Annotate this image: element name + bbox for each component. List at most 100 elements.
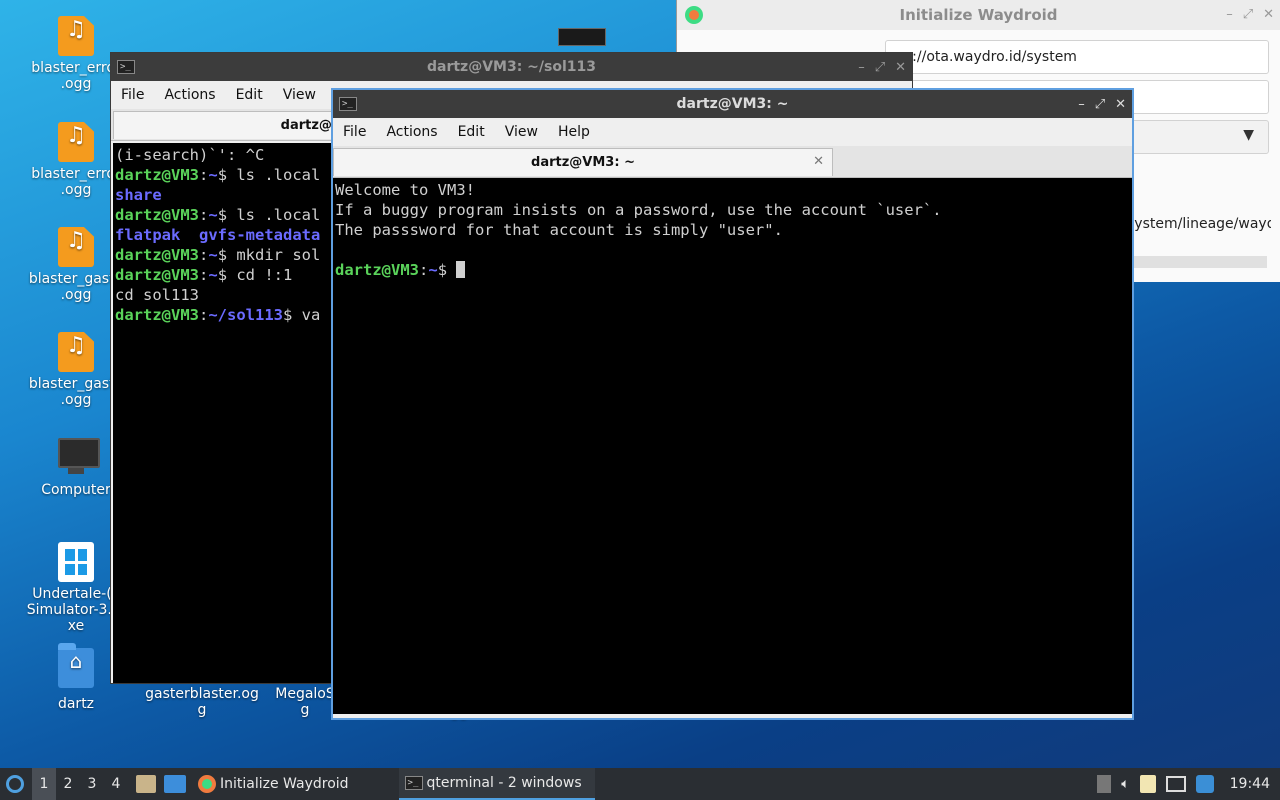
minimize-icon[interactable]: – bbox=[1078, 97, 1085, 112]
workspace-3[interactable]: 3 bbox=[80, 776, 104, 792]
network-icon[interactable] bbox=[1165, 776, 1186, 792]
file-manager-icon[interactable] bbox=[136, 775, 156, 793]
close-icon[interactable]: ✕ bbox=[895, 60, 906, 75]
maximize-icon[interactable]: ⤢ bbox=[875, 60, 885, 75]
audio-file-icon bbox=[58, 332, 94, 372]
game-thumbnail-icon[interactable] bbox=[558, 28, 606, 46]
terminal-titlebar[interactable]: >_ dartz@VM3: ~/sol113 – ⤢ ✕ bbox=[111, 53, 912, 81]
waydroid-logo-icon bbox=[198, 775, 216, 793]
terminal-line: flatpak bbox=[115, 226, 181, 244]
terminal-window-title: dartz@VM3: ~ bbox=[676, 96, 789, 112]
tab-dartz-home[interactable]: dartz@VM3: ~ ✕ bbox=[333, 148, 833, 176]
clipboard-icon[interactable] bbox=[1139, 775, 1156, 793]
prompt-user: dartz@VM3 bbox=[115, 306, 199, 324]
prompt-path: ~ bbox=[208, 206, 218, 224]
close-icon[interactable]: ✕ bbox=[1115, 97, 1126, 112]
prompt-user: dartz@VM3 bbox=[115, 166, 199, 184]
menu-file[interactable]: File bbox=[111, 87, 154, 103]
menu-file[interactable]: File bbox=[333, 124, 376, 140]
close-icon[interactable]: ✕ bbox=[1263, 7, 1274, 22]
prompt-colon: : bbox=[199, 266, 209, 284]
system-ota-url-field[interactable]: ps://ota.waydro.id/system bbox=[885, 40, 1269, 74]
menu-edit[interactable]: Edit bbox=[448, 124, 495, 140]
prompt-user: dartz@VM3 bbox=[115, 266, 199, 284]
desktop-icon-megalovania[interactable]: MegaloS g bbox=[270, 686, 340, 718]
tray-arrow-icon[interactable] bbox=[1097, 775, 1112, 793]
audio-file-icon bbox=[58, 227, 94, 267]
prompt-colon: : bbox=[199, 306, 209, 324]
close-tab-icon[interactable]: ✕ bbox=[813, 154, 824, 169]
task-label: qterminal - 2 windows bbox=[426, 775, 582, 791]
motd-line: If a buggy program insists on a password… bbox=[335, 201, 942, 219]
tab-label: dartz@VM3: ~ bbox=[531, 155, 635, 170]
progress-track bbox=[1127, 256, 1267, 268]
terminal-command: $ cd !:1 bbox=[217, 266, 293, 284]
prompt-path: ~ bbox=[208, 246, 218, 264]
terminal-titlebar[interactable]: >_ dartz@VM3: ~ – ⤢ ✕ bbox=[333, 90, 1132, 118]
waydroid-window-title: Initialize Waydroid bbox=[899, 6, 1058, 24]
desktop-icon-label: dartz bbox=[57, 696, 95, 712]
prompt-user: dartz@VM3 bbox=[335, 261, 419, 279]
terminal-output[interactable]: Welcome to VM3! If a buggy program insis… bbox=[333, 178, 1132, 714]
tab-dartz-sol113[interactable]: dartz@V bbox=[113, 111, 353, 139]
terminal-window-controls: – ⤢ ✕ bbox=[858, 53, 906, 81]
workspace-switcher: 1 2 3 4 bbox=[32, 768, 128, 800]
terminal-line: gvfs-metadata bbox=[199, 226, 321, 244]
audio-file-icon bbox=[58, 16, 94, 56]
menu-view[interactable]: View bbox=[495, 124, 548, 140]
lxqt-logo-icon bbox=[6, 775, 24, 793]
terminal-line: share bbox=[115, 186, 162, 204]
home-folder-icon bbox=[58, 643, 94, 688]
menu-help[interactable]: Help bbox=[548, 124, 600, 140]
menu-view[interactable]: View bbox=[273, 87, 326, 103]
menu-actions[interactable]: Actions bbox=[154, 87, 225, 103]
system-path-text: system/lineage/wayd bbox=[1127, 216, 1271, 232]
terminal-command: $ mkdir sol bbox=[217, 246, 321, 264]
terminal-icon: >_ bbox=[117, 60, 135, 74]
terminal-icon: >_ bbox=[339, 97, 357, 111]
computer-icon bbox=[58, 438, 100, 478]
show-desktop-icon[interactable] bbox=[164, 775, 186, 793]
volume-icon[interactable]: 🔈︎ bbox=[1121, 776, 1129, 792]
prompt-colon: : bbox=[419, 261, 429, 279]
terminal-command: $ ls .local bbox=[217, 166, 321, 184]
minimize-icon[interactable]: – bbox=[1226, 7, 1233, 22]
start-menu-button[interactable] bbox=[0, 768, 30, 800]
prompt-colon: : bbox=[199, 246, 209, 264]
clock[interactable]: 19:44 bbox=[1230, 776, 1270, 792]
workspace-4[interactable]: 4 bbox=[104, 776, 128, 792]
taskbar: 1 2 3 4 Initialize Waydroid >_ qterminal… bbox=[0, 768, 1280, 800]
menu-edit[interactable]: Edit bbox=[226, 87, 273, 103]
waydroid-window-controls: – ⤢ ✕ bbox=[1226, 0, 1274, 28]
terminal-window-title: dartz@VM3: ~/sol113 bbox=[426, 59, 596, 75]
minimize-icon[interactable]: – bbox=[858, 60, 865, 75]
terminal-window-controls: – ⤢ ✕ bbox=[1078, 90, 1126, 118]
update-notifier-icon[interactable] bbox=[1195, 775, 1214, 793]
prompt-dollar: $ bbox=[437, 261, 457, 279]
workspace-1[interactable]: 1 bbox=[32, 768, 56, 800]
terminal-command: $ va bbox=[283, 306, 321, 324]
windows-executable-icon bbox=[58, 542, 94, 582]
waydroid-logo-icon bbox=[685, 6, 703, 24]
menu-actions[interactable]: Actions bbox=[376, 124, 447, 140]
terminal-line: cd sol113 bbox=[115, 286, 199, 304]
audio-file-icon bbox=[58, 122, 94, 162]
prompt-user: dartz@VM3 bbox=[115, 246, 199, 264]
chevron-down-icon: ▼ bbox=[1243, 127, 1254, 143]
prompt-path: ~ bbox=[428, 261, 438, 279]
motd-line: Welcome to VM3! bbox=[335, 181, 475, 199]
terminal-line: (i-search)`': ^C bbox=[115, 146, 265, 164]
workspace-2[interactable]: 2 bbox=[56, 776, 80, 792]
desktop-icon-label: MegaloS g bbox=[275, 686, 335, 718]
task-label: Initialize Waydroid bbox=[220, 776, 349, 792]
task-qterminal[interactable]: >_ qterminal - 2 windows bbox=[398, 768, 595, 800]
terminal-tabbar: dartz@VM3: ~ ✕ bbox=[333, 146, 1132, 178]
desktop-icon-gasterblaster[interactable]: gasterblaster.og g bbox=[140, 686, 264, 718]
prompt-colon: : bbox=[199, 166, 209, 184]
prompt-user: dartz@VM3 bbox=[115, 206, 199, 224]
terminal-menubar: File Actions Edit View Help bbox=[333, 118, 1132, 146]
maximize-icon[interactable]: ⤢ bbox=[1095, 97, 1105, 112]
waydroid-titlebar[interactable]: Initialize Waydroid – ⤢ ✕ bbox=[677, 0, 1280, 30]
maximize-icon[interactable]: ⤢ bbox=[1243, 7, 1253, 22]
task-initialize-waydroid[interactable]: Initialize Waydroid bbox=[192, 768, 355, 800]
